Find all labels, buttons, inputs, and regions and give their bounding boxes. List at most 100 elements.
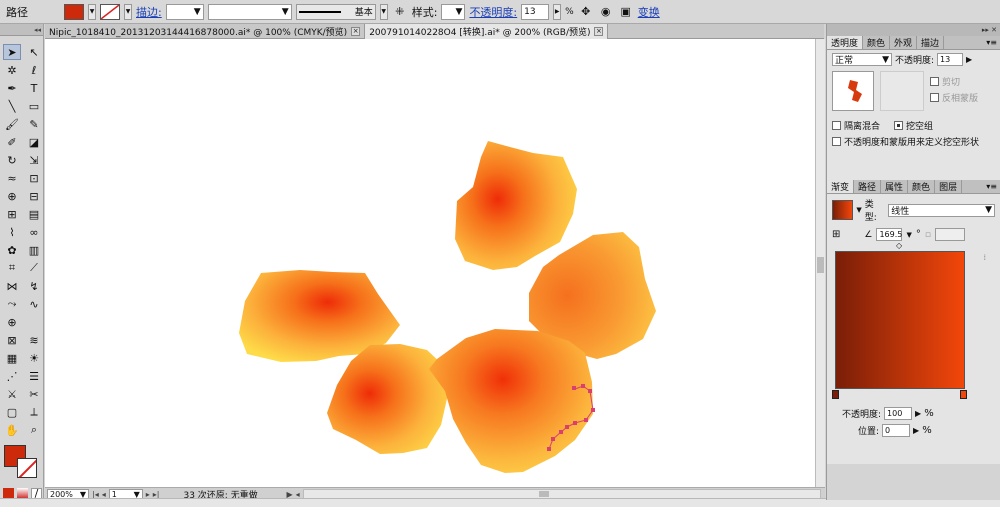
type-icon[interactable]: T <box>25 80 43 96</box>
gradient-stop-end[interactable] <box>960 390 967 399</box>
style-field[interactable]: ▼ <box>441 3 466 20</box>
stop-opacity-input[interactable]: 100 <box>884 407 913 420</box>
blend-icon[interactable]: ∞ <box>25 224 43 240</box>
rotate-icon[interactable]: ↻ <box>3 152 21 168</box>
stroke-dropdown-arrow[interactable]: ▼ <box>124 3 132 20</box>
opacity-arrow-icon[interactable]: ▶ <box>966 55 972 64</box>
gradient-ramp[interactable] <box>835 251 965 389</box>
zoom-icon[interactable]: ⌕ <box>25 422 43 438</box>
clip-option[interactable]: 剪切 <box>930 75 978 88</box>
reshape-icon[interactable]: ↯ <box>25 278 43 294</box>
pencil-icon[interactable]: ✎ <box>25 116 43 132</box>
tab-transparency[interactable]: 透明度 <box>827 36 864 49</box>
brush-library-icon[interactable]: ⁜ <box>392 4 408 20</box>
knockout-group-checkbox[interactable]: 挖空组 <box>894 119 933 132</box>
gradient-preview-swatch[interactable] <box>832 200 854 220</box>
eraser-icon[interactable]: ◪ <box>25 134 43 150</box>
tab-appearance[interactable]: 外观 <box>890 36 918 49</box>
selection-icon[interactable]: ➤ <box>3 44 21 60</box>
recolor-artwork-icon[interactable]: ✥ <box>578 4 594 20</box>
wave-icon[interactable]: ≋ <box>25 332 43 348</box>
lasso-icon[interactable]: ℓ <box>25 62 43 78</box>
stroke-link[interactable]: 描边: <box>136 4 162 20</box>
scissors-icon[interactable]: ✂ <box>25 386 43 402</box>
pen-icon[interactable]: ✒ <box>3 80 21 96</box>
opacity-field[interactable]: 13 <box>521 3 550 20</box>
gradient-type-select[interactable]: 线性 ▼ <box>888 203 995 217</box>
mesh-icon[interactable]: ⊞ <box>3 206 21 222</box>
artboard-icon[interactable]: ⌗ <box>3 260 21 276</box>
magic-wand-icon[interactable]: ✲ <box>3 62 21 78</box>
midpoint-diamond-icon[interactable]: ◇ <box>896 241 902 250</box>
stroke-weight-field[interactable]: ▼ <box>165 3 204 20</box>
fill-dropdown-arrow[interactable]: ▼ <box>88 3 96 20</box>
tab-layers[interactable]: 图层 <box>935 180 963 193</box>
gradient-icon[interactable]: ▤ <box>25 206 43 222</box>
panel-dock-header[interactable]: ▸▸ ✕ <box>827 24 1000 36</box>
variable-width-field[interactable]: ▼ <box>207 3 292 20</box>
blend-mode-select[interactable]: 正常 ▼ <box>832 53 892 66</box>
angle-input[interactable]: 169.5 <box>876 228 903 241</box>
tools-panel-grip[interactable]: ◂◂ <box>0 24 43 36</box>
symbol-sprayer-icon[interactable]: ✿ <box>3 242 21 258</box>
perspective-grid-icon[interactable]: ⊟ <box>25 188 43 204</box>
shape-builder-icon[interactable]: ⊕ <box>3 188 21 204</box>
envelope-icon[interactable]: ⊠ <box>3 332 21 348</box>
aspect-ratio-icon[interactable]: ▫ <box>925 230 931 240</box>
slice-icon[interactable]: ⟋ <box>25 260 43 276</box>
align-icon[interactable]: ▣ <box>618 4 634 20</box>
crop-icon[interactable]: ▢ <box>3 404 21 420</box>
opacity-input[interactable]: 13 <box>937 53 964 66</box>
vertical-scroll-thumb[interactable] <box>817 257 824 273</box>
column-graph-icon[interactable]: ▥ <box>25 242 43 258</box>
close-icon[interactable]: × <box>594 27 604 36</box>
stop-location-input[interactable]: 0 <box>882 424 911 437</box>
isolate-blending-checkbox[interactable]: 隔离混合 <box>832 119 880 132</box>
paintbrush-icon[interactable]: 🖌 <box>3 116 21 132</box>
globe-icon[interactable]: ◉ <box>598 4 614 20</box>
stop-location-arrow-icon[interactable]: ▶ <box>913 426 919 435</box>
panel-menu-icon[interactable]: ▾≡ <box>983 36 1000 49</box>
eyedropper-icon[interactable]: ⌇ <box>3 224 21 240</box>
close-icon[interactable]: × <box>351 27 361 36</box>
flare-icon[interactable]: ☀ <box>25 350 43 366</box>
vertical-scrollbar[interactable] <box>815 39 825 487</box>
tab-color-2[interactable]: 颜色 <box>908 180 936 193</box>
ramp-menu-icon[interactable]: ⁞ <box>983 253 986 262</box>
transform-link[interactable]: 变换 <box>638 4 660 20</box>
artboard-canvas[interactable] <box>45 39 815 487</box>
horizontal-scroll-thumb[interactable] <box>538 491 549 497</box>
slice-select-icon[interactable]: ⟂ <box>25 404 43 420</box>
warp-icon[interactable]: ≈ <box>3 170 21 186</box>
tab-attributes[interactable]: 属性 <box>881 180 909 193</box>
brush-field[interactable]: 基本 <box>295 3 376 20</box>
gradient-stop-start[interactable] <box>832 390 839 399</box>
tab-document-1[interactable]: Nipic_1018410_20131203144416878000.ai* @… <box>45 24 366 39</box>
width-icon[interactable]: ⋈ <box>3 278 21 294</box>
tab-gradient[interactable]: 渐变 <box>827 180 855 193</box>
tab-pathfinder[interactable]: 路径 <box>854 180 882 193</box>
fill-color-swatch[interactable] <box>64 3 84 20</box>
direct-selection-icon[interactable]: ↖ <box>25 44 43 60</box>
line-segment-icon[interactable]: ╲ <box>3 98 21 114</box>
tab-document-2[interactable]: 2007910140228O4 [转换].ai* @ 200% (RGB/预览)… <box>365 24 609 39</box>
opacity-link[interactable]: 不透明度: <box>469 4 517 20</box>
stop-opacity-arrow-icon[interactable]: ▶ <box>915 409 921 418</box>
scale-icon[interactable]: ⇲ <box>25 152 43 168</box>
globe-icon[interactable]: ⊕ <box>3 314 21 330</box>
rectangle-icon[interactable]: ▭ <box>25 98 43 114</box>
zigzag-icon[interactable]: ⋰ <box>3 368 21 384</box>
hand-icon[interactable]: ✋ <box>3 422 21 438</box>
tab-stroke[interactable]: 描边 <box>917 36 945 49</box>
stroke-color-swatch[interactable] <box>100 3 120 20</box>
aspect-ratio-input[interactable] <box>934 228 965 241</box>
tab-color[interactable]: 颜色 <box>863 36 891 49</box>
blob-brush-icon[interactable]: ✐ <box>3 134 21 150</box>
angle-dropdown-icon[interactable]: ▼ <box>906 231 911 239</box>
opacity-mask-knockout-checkbox[interactable]: 不透明度和蒙版用来定义挖空形状 <box>832 135 995 148</box>
stroke-swatch[interactable] <box>17 458 37 478</box>
brush-dropdown-arrow[interactable]: ▼ <box>379 3 388 20</box>
mask-thumbnail[interactable] <box>880 71 924 111</box>
path-icon[interactable]: ∿ <box>25 296 43 312</box>
layer-thumbnail[interactable] <box>832 71 874 111</box>
